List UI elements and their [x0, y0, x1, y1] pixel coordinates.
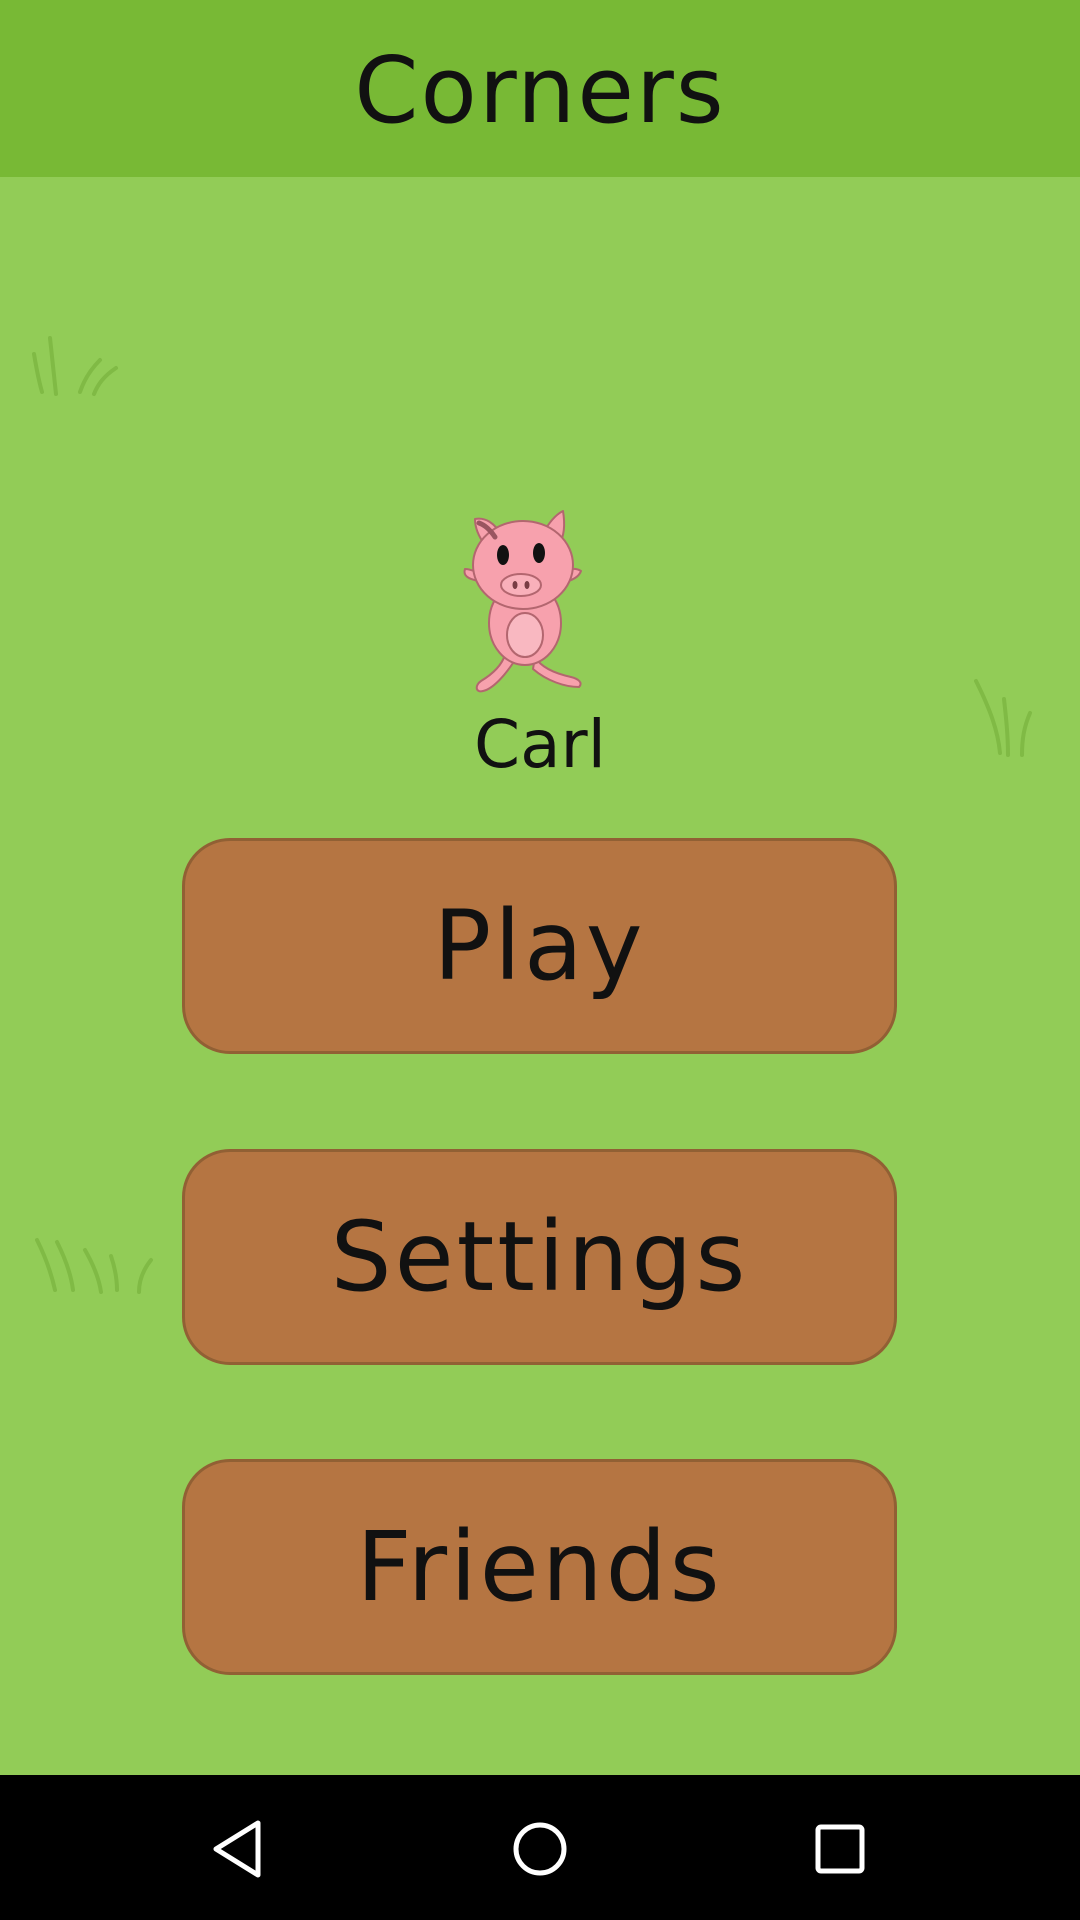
app-bar: Corners [0, 0, 1080, 177]
character-name: Carl [474, 706, 606, 783]
play-button[interactable]: Play [182, 838, 897, 1054]
recents-square-icon[interactable] [808, 1817, 872, 1881]
grass-tuft-decoration [35, 1238, 153, 1294]
main-menu-screen: Corners Carl Play Settings Friends [0, 0, 1080, 1920]
grass-tuft-decoration [32, 336, 118, 396]
app-title: Corners [354, 36, 726, 144]
system-navigation-bar [0, 1775, 1080, 1920]
back-triangle-icon[interactable] [208, 1817, 272, 1881]
friends-button[interactable]: Friends [182, 1459, 897, 1675]
settings-button[interactable]: Settings [182, 1149, 897, 1365]
home-circle-icon[interactable] [508, 1817, 572, 1881]
pig-icon [463, 510, 582, 693]
